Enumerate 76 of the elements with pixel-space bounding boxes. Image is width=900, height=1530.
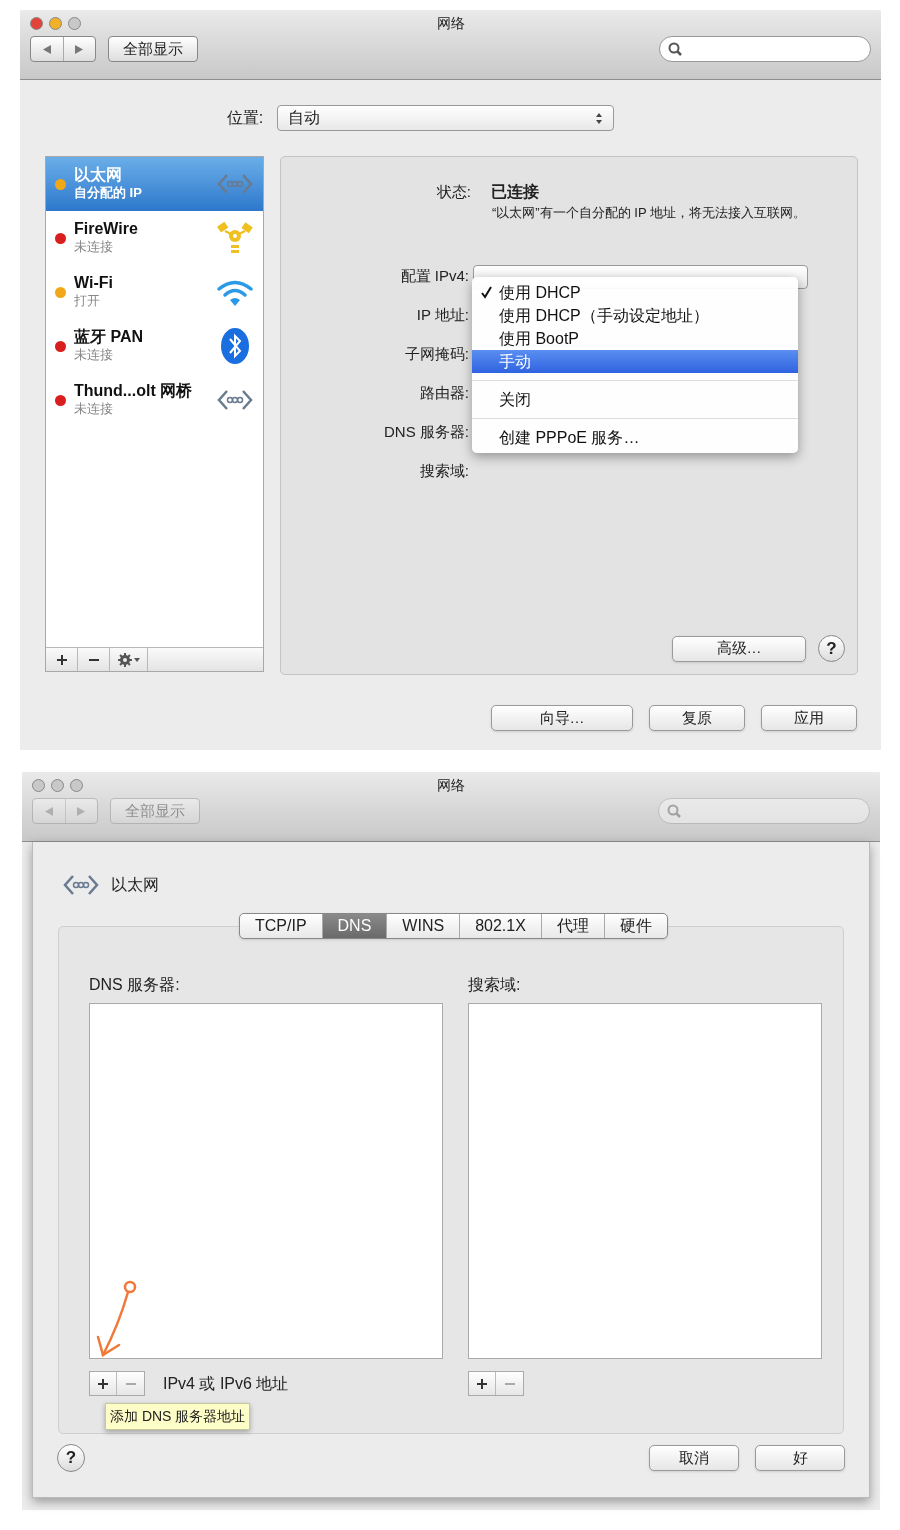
push-button[interactable]: 向导…	[491, 705, 633, 731]
tab[interactable]: WINS	[386, 914, 460, 938]
menu-item[interactable]: 手动	[472, 350, 798, 373]
status-label: 状态:	[435, 181, 471, 202]
tab[interactable]: 802.1X	[459, 914, 541, 938]
service-status: 未连接	[74, 346, 114, 364]
menu-item[interactable]: 关闭	[472, 388, 798, 411]
bluetooth-icon	[220, 327, 250, 365]
service-name: Wi-Fi	[74, 274, 114, 292]
push-button[interactable]: 好	[755, 1445, 845, 1471]
menu-item[interactable]: 使用 DHCP	[472, 281, 798, 304]
field-label: 路由器:	[418, 383, 469, 404]
service-status: 自分配的 IP	[74, 184, 143, 202]
location-label: 位置:	[226, 108, 264, 128]
service-name: 蓝牙 PAN	[74, 328, 145, 346]
push-button[interactable]: 高级…	[672, 635, 806, 662]
list-label: 搜索域:	[468, 975, 522, 995]
help-button[interactable]: ?	[57, 1444, 85, 1472]
window-control[interactable]	[68, 16, 81, 30]
field-label: 配置 IPv4:	[399, 266, 469, 287]
menu-item[interactable]: 使用 DHCP（手动设定地址）	[472, 304, 798, 327]
field-label: IP 地址:	[415, 305, 469, 326]
firewire-icon	[216, 221, 254, 255]
field-label: 搜索域:	[418, 461, 469, 482]
service-item[interactable]: 蓝牙 PAN 未连接	[46, 319, 263, 373]
show-all-button[interactable]: 全部显示	[108, 36, 198, 62]
service-item[interactable]: Wi-Fi 打开	[46, 265, 263, 319]
search-icon	[667, 804, 681, 818]
list-label: DNS 服务器:	[89, 975, 181, 995]
plus-icon	[97, 1377, 109, 1390]
service-status: 未连接	[74, 238, 114, 256]
nav-buttons[interactable]	[30, 36, 96, 62]
tab[interactable]: TCP/IP	[240, 914, 322, 938]
service-name: 以太网	[111, 875, 159, 895]
forward-icon	[74, 43, 85, 55]
push-button[interactable]: 应用	[761, 705, 857, 731]
tab[interactable]: 硬件	[603, 914, 667, 938]
back-icon	[41, 43, 52, 55]
search-field[interactable]	[659, 36, 871, 62]
tab[interactable]: DNS	[321, 914, 387, 938]
tooltip: 添加 DNS 服务器地址	[105, 1403, 251, 1430]
menu-item[interactable]: 创建 PPPoE 服务…	[472, 426, 798, 449]
back-icon	[43, 805, 54, 817]
window-title: 网络	[435, 13, 466, 33]
menu-item[interactable]: 使用 BootP	[472, 327, 798, 350]
service-name: Thund...olt 网桥	[74, 382, 194, 400]
window-control[interactable]	[32, 778, 45, 792]
location-popup[interactable]: 自动	[277, 105, 615, 131]
tab[interactable]: 代理	[540, 914, 604, 938]
window-title: 网络	[436, 775, 466, 795]
plus-icon	[476, 1377, 488, 1390]
window-control[interactable]	[70, 778, 83, 792]
checkmark-icon	[479, 286, 492, 299]
status-note: “以太网”有一个自分配的 IP 地址，将无法接入互联网。	[492, 204, 807, 222]
service-item[interactable]: 以太网 自分配的 IP	[46, 157, 263, 211]
window-control[interactable]	[30, 16, 43, 30]
search-icon	[668, 42, 682, 56]
service-status: 未连接	[74, 400, 114, 418]
service-item[interactable]: Thund...olt 网桥 未连接	[46, 373, 263, 427]
window-control[interactable]	[51, 778, 64, 792]
updown-icon	[595, 111, 604, 125]
field-label: 子网掩码:	[403, 344, 469, 365]
hint-text: IPv4 或 IPv6 地址	[163, 1373, 289, 1394]
window-control[interactable]	[49, 16, 62, 30]
push-button[interactable]: 复原	[649, 705, 745, 731]
service-status: 打开	[74, 292, 101, 310]
status-value: 已连接	[491, 182, 539, 202]
service-item[interactable]: FireWire 未连接	[46, 211, 263, 265]
help-button[interactable]: ?	[818, 635, 845, 662]
field-label: DNS 服务器:	[383, 422, 469, 443]
service-name: FireWire	[74, 220, 139, 238]
plus-icon	[55, 653, 68, 666]
forward-icon	[76, 805, 87, 817]
gear-icon	[116, 651, 141, 668]
push-button[interactable]: 取消	[649, 1445, 739, 1471]
service-name: 以太网	[74, 166, 123, 184]
